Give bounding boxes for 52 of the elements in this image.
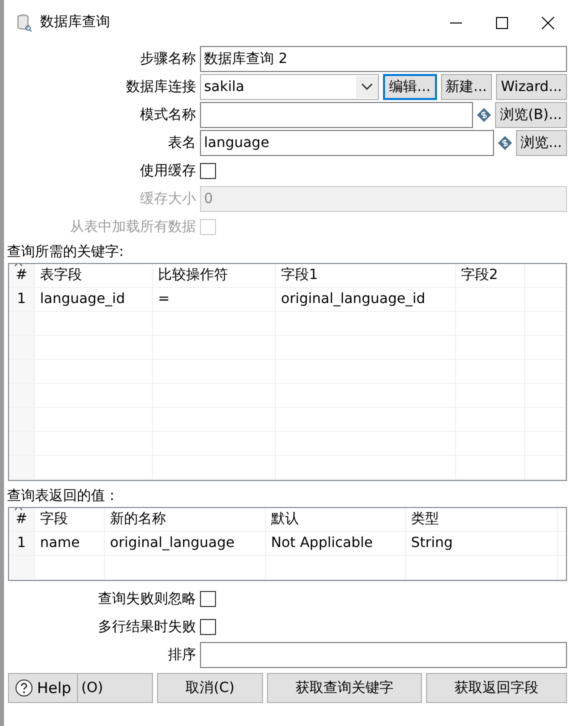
help-icon (15, 679, 33, 697)
dialog-button[interactable]: 新建... (440, 74, 492, 100)
checkbox[interactable] (200, 163, 216, 179)
field-label: 缓存大小 (139, 190, 197, 208)
dialog-button[interactable]: 获取返回字段 (426, 673, 567, 703)
help-button[interactable]: Help (8, 673, 78, 703)
column-header[interactable]: 新的名称 (105, 508, 266, 531)
dialog-button[interactable]: 取消(C) (157, 673, 263, 703)
field-label: 排序 (167, 646, 197, 664)
table-cell: original_language_id (276, 288, 456, 311)
field-label: 表名 (167, 134, 197, 152)
field-label: 多行结果时失败 (97, 618, 197, 636)
dialog-button[interactable]: 浏览(B)... (495, 102, 567, 128)
table-cell: String (406, 532, 558, 555)
row-number: 1 (9, 288, 35, 311)
table-cell: name (35, 532, 105, 555)
connection-dropdown[interactable]: sakila (200, 74, 380, 100)
column-header[interactable]: 字段1 (276, 264, 456, 287)
dialog-button[interactable]: 编辑... (383, 74, 437, 100)
text-field[interactable] (200, 642, 567, 668)
column-header[interactable]: # (9, 264, 35, 287)
column-header[interactable]: 默认 (266, 508, 406, 531)
column-header[interactable]: # (9, 508, 35, 531)
text-field[interactable]: language (200, 130, 494, 156)
field-label: 模式名称 (139, 106, 197, 124)
dialog-button[interactable]: 获取查询关键字 (266, 673, 422, 703)
checkbox[interactable] (200, 591, 216, 607)
dialog-button[interactable]: (O) (78, 673, 154, 703)
dialog-button[interactable]: 浏览... (516, 130, 567, 156)
table-cell: original_language (105, 532, 266, 555)
window-title: 数据库查询 (40, 13, 110, 32)
field-label: 数据库连接 (125, 78, 197, 96)
field-label: 从表中加载所有数据 (69, 218, 197, 236)
section-label: 查询所需的关键字: (6, 242, 125, 262)
table-cell: = (153, 288, 276, 311)
column-header[interactable]: 表字段 (35, 264, 153, 287)
field-label: 查询失败则忽略 (97, 590, 197, 608)
database-icon (16, 14, 32, 32)
column-header[interactable]: 类型 (406, 508, 558, 531)
text-field[interactable] (200, 102, 474, 128)
text-field[interactable]: 数据库查询 2 (200, 46, 567, 72)
column-header[interactable]: 字段 (35, 508, 105, 531)
checkbox[interactable] (200, 619, 216, 635)
field-label: 使用缓存 (139, 162, 197, 180)
column-header[interactable]: 比较操作符 (153, 264, 276, 287)
field-label: 步骤名称 (139, 50, 197, 68)
dialog-button[interactable]: Wizard... (496, 74, 567, 100)
column-header[interactable]: 字段2 (456, 264, 525, 287)
section-label: 查询表返回的值： (6, 486, 120, 506)
row-number: 1 (9, 532, 35, 555)
table-cell: language_id (35, 288, 153, 311)
table-cell: Not Applicable (266, 532, 406, 555)
